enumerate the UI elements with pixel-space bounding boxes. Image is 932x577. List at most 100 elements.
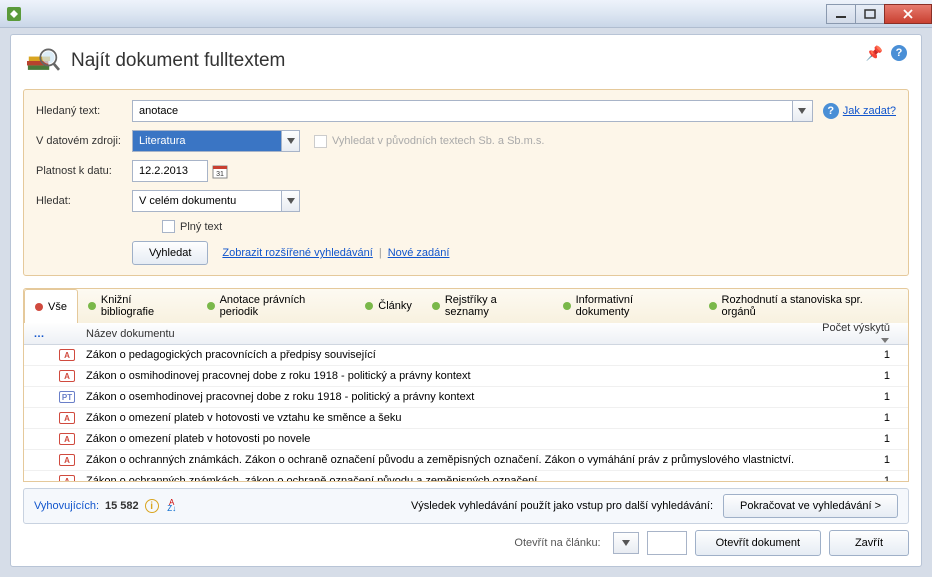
row-count: 1: [808, 349, 908, 361]
info-icon[interactable]: i: [145, 499, 159, 513]
row-name: Zákon o osemhodinovej pracovnej dobe z r…: [80, 391, 808, 403]
fulltext-checkbox[interactable]: [162, 220, 175, 233]
row-badge-cell: A: [54, 370, 80, 382]
minimize-button[interactable]: [826, 4, 856, 24]
row-badge-cell: PT: [54, 391, 80, 403]
table-row[interactable]: A Zákon o ochranných známkách. Zákon o oc…: [24, 450, 908, 471]
dialog-footer: Otevřít na článku: Otevřít dokument Zavř…: [23, 530, 909, 556]
row-badge-cell: A: [54, 349, 80, 361]
separator: |: [379, 247, 382, 259]
result-tabs: Vše Knižní bibliografieAnotace právních p…: [23, 288, 909, 323]
close-button[interactable]: Zavřít: [829, 530, 909, 556]
scope-combo[interactable]: V celém dokumentu: [132, 190, 300, 212]
row-count: 1: [808, 454, 908, 466]
source-label: V datovém zdroji:: [36, 135, 132, 147]
search-text-input[interactable]: [132, 100, 793, 122]
chevron-down-icon: [281, 131, 299, 151]
open-document-button[interactable]: Otevřít dokument: [695, 530, 821, 556]
doc-type-badge: PT: [59, 391, 75, 403]
row-name: Zákon o ochranných známkách, zákon o och…: [80, 475, 808, 482]
table-row[interactable]: AZákon o omezení plateb v hotovosti ve v…: [24, 408, 908, 429]
status-dot-icon: [365, 302, 373, 310]
svg-text:31: 31: [216, 171, 224, 178]
article-input[interactable]: [647, 531, 687, 555]
original-texts-checkbox: [314, 135, 327, 148]
dialog-title: Najít dokument fulltextem: [71, 50, 285, 72]
grid-body[interactable]: A Zákon o pedagogických pracovnících a př…: [24, 345, 908, 482]
status-dot-icon: [88, 302, 96, 310]
grid-menu-header[interactable]: …: [24, 328, 54, 340]
search-button[interactable]: Vyhledat: [132, 241, 208, 265]
close-window-button[interactable]: [884, 4, 932, 24]
tab-label: Rozhodnutí a stanoviska spr. orgánů: [722, 294, 899, 318]
status-bar: Vyhovujících: 15 582 i AZ↓ Výsledek vyhl…: [23, 488, 909, 524]
tab-vše[interactable]: Vše: [24, 289, 78, 324]
row-badge-cell: A: [54, 412, 80, 424]
how-to-link[interactable]: Jak zadat?: [843, 105, 896, 117]
grid-count-header[interactable]: Počet výskytů: [808, 323, 908, 346]
row-badge-cell: A: [54, 454, 80, 466]
tab-label: Vše: [48, 301, 67, 313]
matching-value: 15 582: [105, 500, 139, 512]
source-combo[interactable]: Literatura: [132, 130, 300, 152]
scope-label: Hledat:: [36, 195, 132, 207]
table-row[interactable]: AZákon o ochranných známkách, zákon o oc…: [24, 471, 908, 482]
search-text-label: Hledaný text:: [36, 105, 132, 117]
status-dot-icon: [432, 302, 440, 310]
sort-desc-icon: [880, 335, 890, 345]
grid-header: … Název dokumentu Počet výskytů: [24, 323, 908, 345]
matching-label: Vyhovujících:: [34, 500, 99, 512]
status-dot-icon: [35, 303, 43, 311]
chevron-down-icon: [281, 191, 299, 211]
article-combo[interactable]: [613, 532, 639, 554]
tab-knižní-bibliografie[interactable]: Knižní bibliografie: [78, 289, 197, 323]
tab-články[interactable]: Články: [355, 289, 422, 323]
original-texts-label: Vyhledat v původních textech Sb. a Sb.m.…: [332, 135, 544, 147]
date-input[interactable]: [132, 160, 208, 182]
search-books-icon: [25, 45, 61, 77]
titlebar: [0, 0, 932, 28]
doc-type-badge: A: [59, 349, 75, 361]
row-name: Zákon o pedagogických pracovnících a pře…: [80, 349, 808, 361]
row-name: Zákon o omezení plateb v hotovosti po no…: [80, 433, 808, 445]
row-badge-cell: A: [54, 475, 80, 482]
sort-az-icon[interactable]: AZ↓: [165, 499, 179, 513]
status-dot-icon: [709, 302, 717, 310]
continue-search-button[interactable]: Pokračovat ve vyhledávání >: [723, 494, 898, 518]
tab-rejstříky-a-seznamy[interactable]: Rejstříky a seznamy: [422, 289, 553, 323]
tab-rozhodnutí-a-stanoviska-spr.-orgánů[interactable]: Rozhodnutí a stanoviska spr. orgánů: [699, 289, 908, 323]
tab-anotace-právních-periodik[interactable]: Anotace právních periodik: [197, 289, 356, 323]
table-row[interactable]: A Zákon o omezení plateb v hotovosti po n…: [24, 429, 908, 450]
row-name: Zákon o osmihodinovej pracovnej dobe z r…: [80, 370, 808, 382]
row-name: Zákon o ochranných známkách. Zákon o och…: [80, 454, 808, 466]
table-row[interactable]: A Zákon o osmihodinovej pracovnej dobe z …: [24, 366, 908, 387]
table-row[interactable]: A Zákon o pedagogických pracovnících a př…: [24, 345, 908, 366]
row-count: 1: [808, 475, 908, 482]
row-badge-cell: A: [54, 433, 80, 445]
table-row[interactable]: PT Zákon o osemhodinovej pracovnej dobe z…: [24, 387, 908, 408]
tab-label: Články: [378, 300, 412, 312]
calendar-icon[interactable]: 31: [212, 163, 228, 179]
maximize-button[interactable]: [855, 4, 885, 24]
new-search-link[interactable]: Nové zadání: [388, 247, 450, 259]
app-icon: [6, 6, 22, 22]
row-count: 1: [808, 370, 908, 382]
pin-icon[interactable]: 📌: [866, 45, 883, 62]
status-dot-icon: [207, 302, 215, 310]
scope-value: V celém dokumentu: [139, 195, 299, 207]
search-text-dropdown[interactable]: [793, 101, 812, 121]
grid-name-header[interactable]: Název dokumentu: [80, 328, 808, 340]
results-grid: … Název dokumentu Počet výskytů AZákon o…: [23, 323, 909, 482]
advanced-search-link[interactable]: Zobrazit rozšířené vyhledávání: [222, 247, 372, 259]
fulltext-label: Plný text: [180, 221, 222, 233]
help-icon-small: ?: [823, 103, 839, 119]
doc-type-badge: A: [59, 433, 75, 445]
status-dot-icon: [563, 302, 571, 310]
row-count: 1: [808, 412, 908, 424]
help-icon[interactable]: ?: [891, 45, 907, 61]
window-controls: [827, 4, 932, 24]
doc-type-badge: A: [59, 370, 75, 382]
tab-label: Informativní dokumenty: [576, 294, 689, 318]
doc-type-badge: A: [59, 454, 75, 466]
tab-informativní-dokumenty[interactable]: Informativní dokumenty: [553, 289, 699, 323]
